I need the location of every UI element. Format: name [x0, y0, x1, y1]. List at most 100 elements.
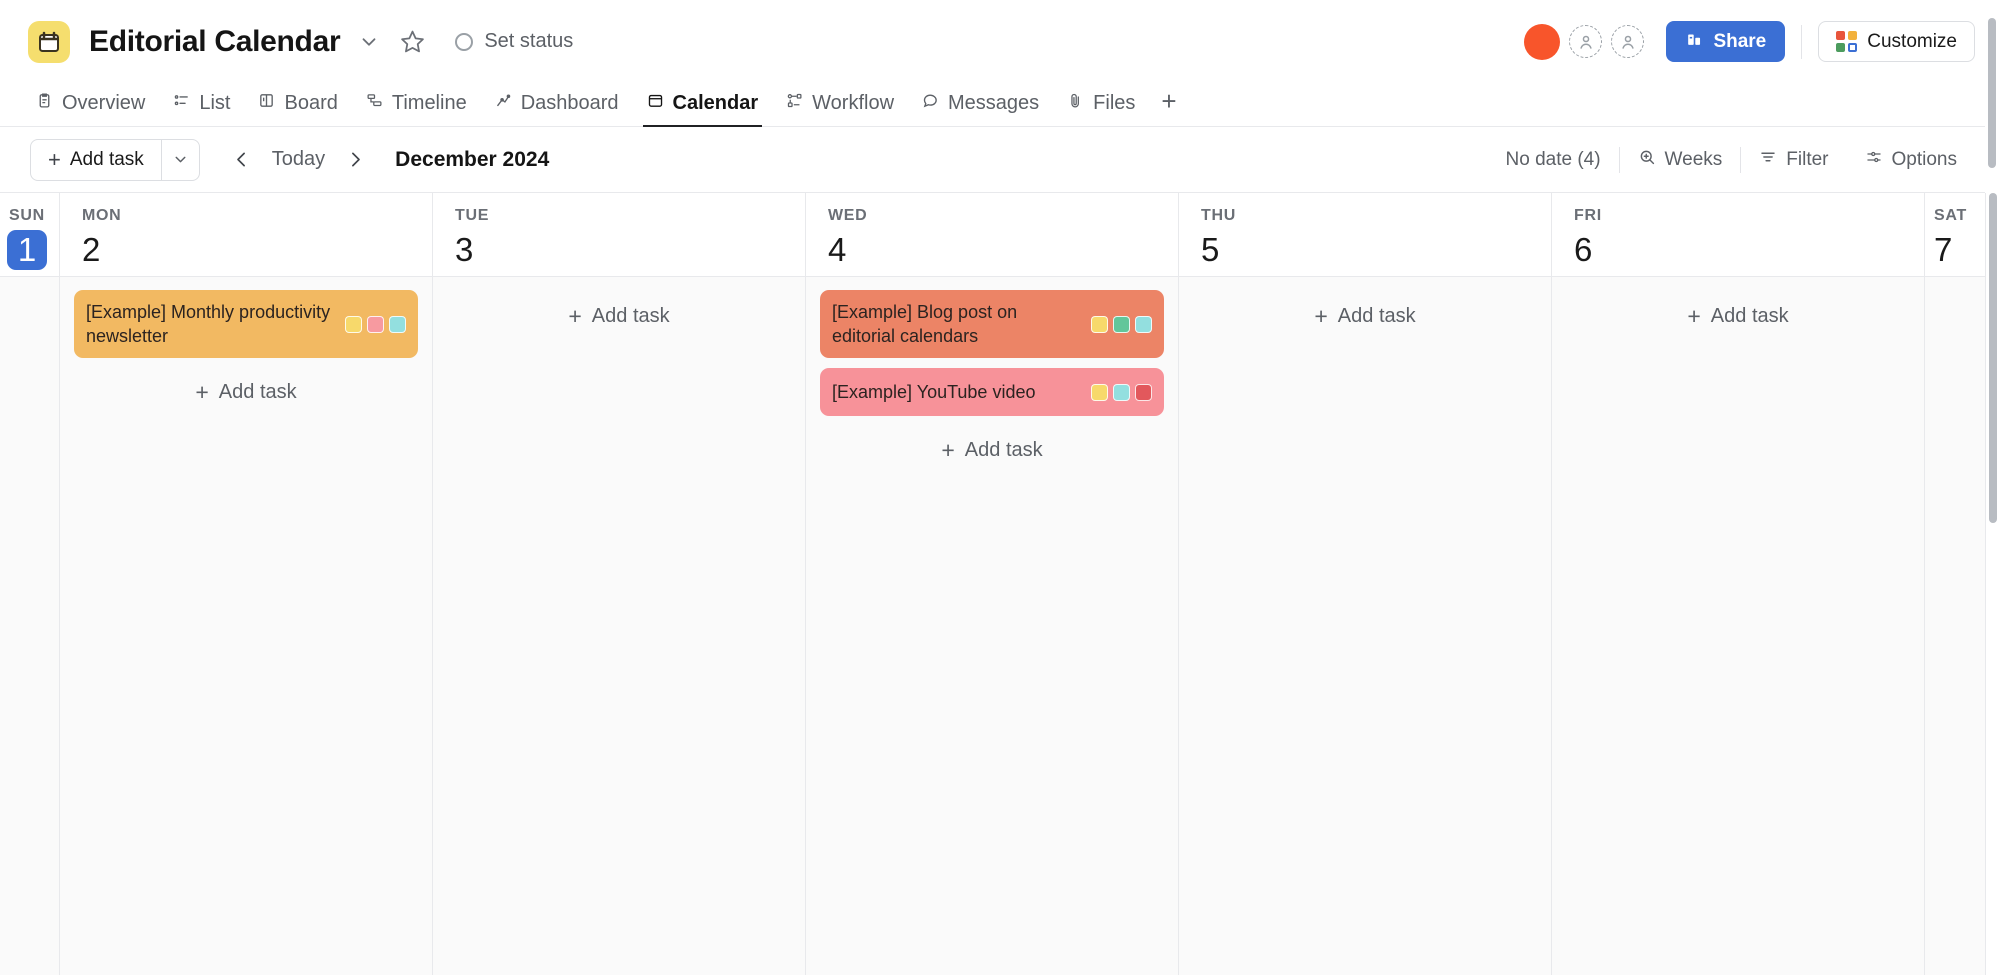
calendar-grid: SUN 1 MON 2 [Example] Monthly productivity n…	[0, 193, 1985, 975]
day-column-body[interactable]	[0, 276, 59, 975]
dashboard-icon	[495, 92, 512, 115]
options-label: Options	[1892, 149, 1957, 171]
add-task-button[interactable]: + Add task	[31, 140, 161, 180]
avatar-placeholder[interactable]	[1611, 25, 1644, 58]
filter-icon	[1759, 148, 1777, 172]
page-scrollbar-thumb[interactable]	[1988, 18, 1996, 168]
plus-icon: +	[195, 381, 208, 404]
view-tab-bar: Overview List Board Timeline Dashboard C…	[0, 83, 1999, 127]
day-column-thu: THU 5 + Add task	[1179, 193, 1552, 975]
day-column-body[interactable]: +Add task	[433, 276, 805, 975]
day-column-body[interactable]: [Example] Monthly productivity newslette…	[60, 276, 432, 975]
add-task-in-day-label: Add task	[965, 439, 1043, 462]
filter-button[interactable]: Filter	[1741, 148, 1846, 172]
day-column-header: TUE3	[433, 193, 805, 276]
day-of-week-label: MON	[82, 207, 432, 225]
options-button[interactable]: Options	[1847, 148, 1975, 172]
previous-period-chevron-left-icon[interactable]	[224, 142, 260, 178]
add-task-in-day-button[interactable]: +Add task	[447, 292, 791, 340]
task-card[interactable]: [Example] Blog post on editorial calenda…	[820, 290, 1164, 358]
set-status-label: Set status	[484, 30, 573, 53]
page-scrollbar[interactable]	[1985, 0, 1999, 193]
customize-button[interactable]: Customize	[1818, 21, 1975, 62]
zoom-in-icon	[1638, 148, 1656, 172]
add-task-label: Add task	[70, 149, 144, 171]
day-column-body[interactable]: + Add task	[1179, 276, 1551, 975]
add-task-dropdown-chevron-down-icon[interactable]	[161, 140, 199, 180]
day-column-wed: WED4 [Example] Blog post on editorial cal…	[806, 193, 1179, 975]
add-view-button[interactable]: +	[1149, 88, 1190, 126]
day-number[interactable]: 3	[455, 230, 805, 270]
star-icon[interactable]	[400, 29, 425, 54]
add-task-in-day-button[interactable]: +Add task	[1566, 292, 1910, 340]
task-color-chip	[1135, 384, 1152, 401]
task-title: [Example] Blog post on editorial calenda…	[832, 300, 1081, 348]
status-ring-icon	[455, 33, 473, 51]
tab-files[interactable]: Files	[1053, 92, 1149, 126]
plus-icon: +	[1314, 305, 1327, 328]
customize-grid-icon	[1836, 31, 1857, 52]
day-column-header: WED4	[806, 193, 1178, 276]
no-date-button[interactable]: No date (4)	[1488, 149, 1619, 171]
day-column-body[interactable]	[1925, 276, 1985, 975]
tab-overview[interactable]: Overview	[22, 92, 159, 126]
tab-list[interactable]: List	[159, 92, 244, 126]
add-task-in-day-label: Add task	[1338, 305, 1416, 328]
day-column-body[interactable]: +Add task	[1552, 276, 1924, 975]
calendar-area: SUN 1 MON 2 [Example] Monthly productivity n…	[0, 193, 1999, 975]
plus-icon: +	[1687, 305, 1700, 328]
calendar-toolbar: + Add task Today December 2024 No date (…	[0, 127, 1999, 193]
tab-messages[interactable]: Messages	[908, 92, 1053, 126]
day-column-body[interactable]: [Example] Blog post on editorial calenda…	[806, 276, 1178, 975]
calendar-icon	[647, 92, 664, 115]
add-task-in-day-button[interactable]: + Add task	[1193, 292, 1537, 340]
add-task-in-day-button[interactable]: +Add task	[74, 368, 418, 416]
day-number[interactable]: 6	[1574, 230, 1924, 270]
day-number[interactable]: 5	[1201, 230, 1551, 270]
clipboard-icon	[36, 92, 53, 115]
add-task-in-day-button[interactable]: +Add task	[820, 426, 1164, 474]
day-number[interactable]: 4	[828, 230, 1178, 270]
tab-dashboard[interactable]: Dashboard	[481, 92, 633, 126]
title-chevron-down-icon[interactable]	[358, 31, 380, 53]
weeks-zoom-button[interactable]: Weeks	[1620, 148, 1741, 172]
tab-workflow[interactable]: Workflow	[772, 92, 908, 126]
tab-board[interactable]: Board	[244, 92, 351, 126]
tab-calendar[interactable]: Calendar	[633, 92, 773, 126]
day-number[interactable]: 2	[82, 230, 432, 270]
project-calendar-icon	[28, 21, 70, 63]
next-period-chevron-right-icon[interactable]	[337, 142, 373, 178]
task-color-chips	[345, 316, 406, 333]
vertical-scrollbar[interactable]	[1985, 193, 1999, 975]
task-color-chip	[1091, 316, 1108, 333]
header-divider	[1801, 25, 1802, 59]
task-color-chip	[1113, 384, 1130, 401]
task-card[interactable]: [Example] Monthly productivity newslette…	[74, 290, 418, 358]
share-label: Share	[1713, 31, 1766, 53]
tab-label: Board	[284, 92, 337, 115]
task-title: [Example] YouTube video	[832, 380, 1081, 404]
day-number-today[interactable]: 1	[7, 230, 47, 270]
tab-label: Messages	[948, 92, 1039, 115]
set-status-button[interactable]: Set status	[455, 30, 573, 53]
avatar[interactable]	[1524, 24, 1560, 60]
tab-label: List	[199, 92, 230, 115]
avatar-placeholder[interactable]	[1569, 25, 1602, 58]
today-button[interactable]: Today	[260, 148, 337, 171]
tab-label: Calendar	[673, 92, 759, 115]
plus-icon: +	[48, 149, 61, 171]
header-actions: Share Customize	[1524, 21, 1975, 62]
day-of-week-label: SUN	[9, 207, 59, 225]
day-number[interactable]: 7	[1934, 230, 1985, 270]
day-of-week-label: THU	[1201, 207, 1551, 225]
tab-timeline[interactable]: Timeline	[352, 92, 481, 126]
task-color-chip	[345, 316, 362, 333]
scrollbar-thumb[interactable]	[1989, 193, 1997, 523]
day-column-header: SAT7	[1925, 193, 1985, 276]
day-column-tue: TUE3 +Add task	[433, 193, 806, 975]
share-button[interactable]: Share	[1666, 21, 1785, 62]
customize-label: Customize	[1867, 31, 1957, 53]
add-task-in-day-label: Add task	[592, 305, 670, 328]
task-card[interactable]: [Example] YouTube video	[820, 368, 1164, 416]
weeks-label: Weeks	[1665, 149, 1723, 171]
